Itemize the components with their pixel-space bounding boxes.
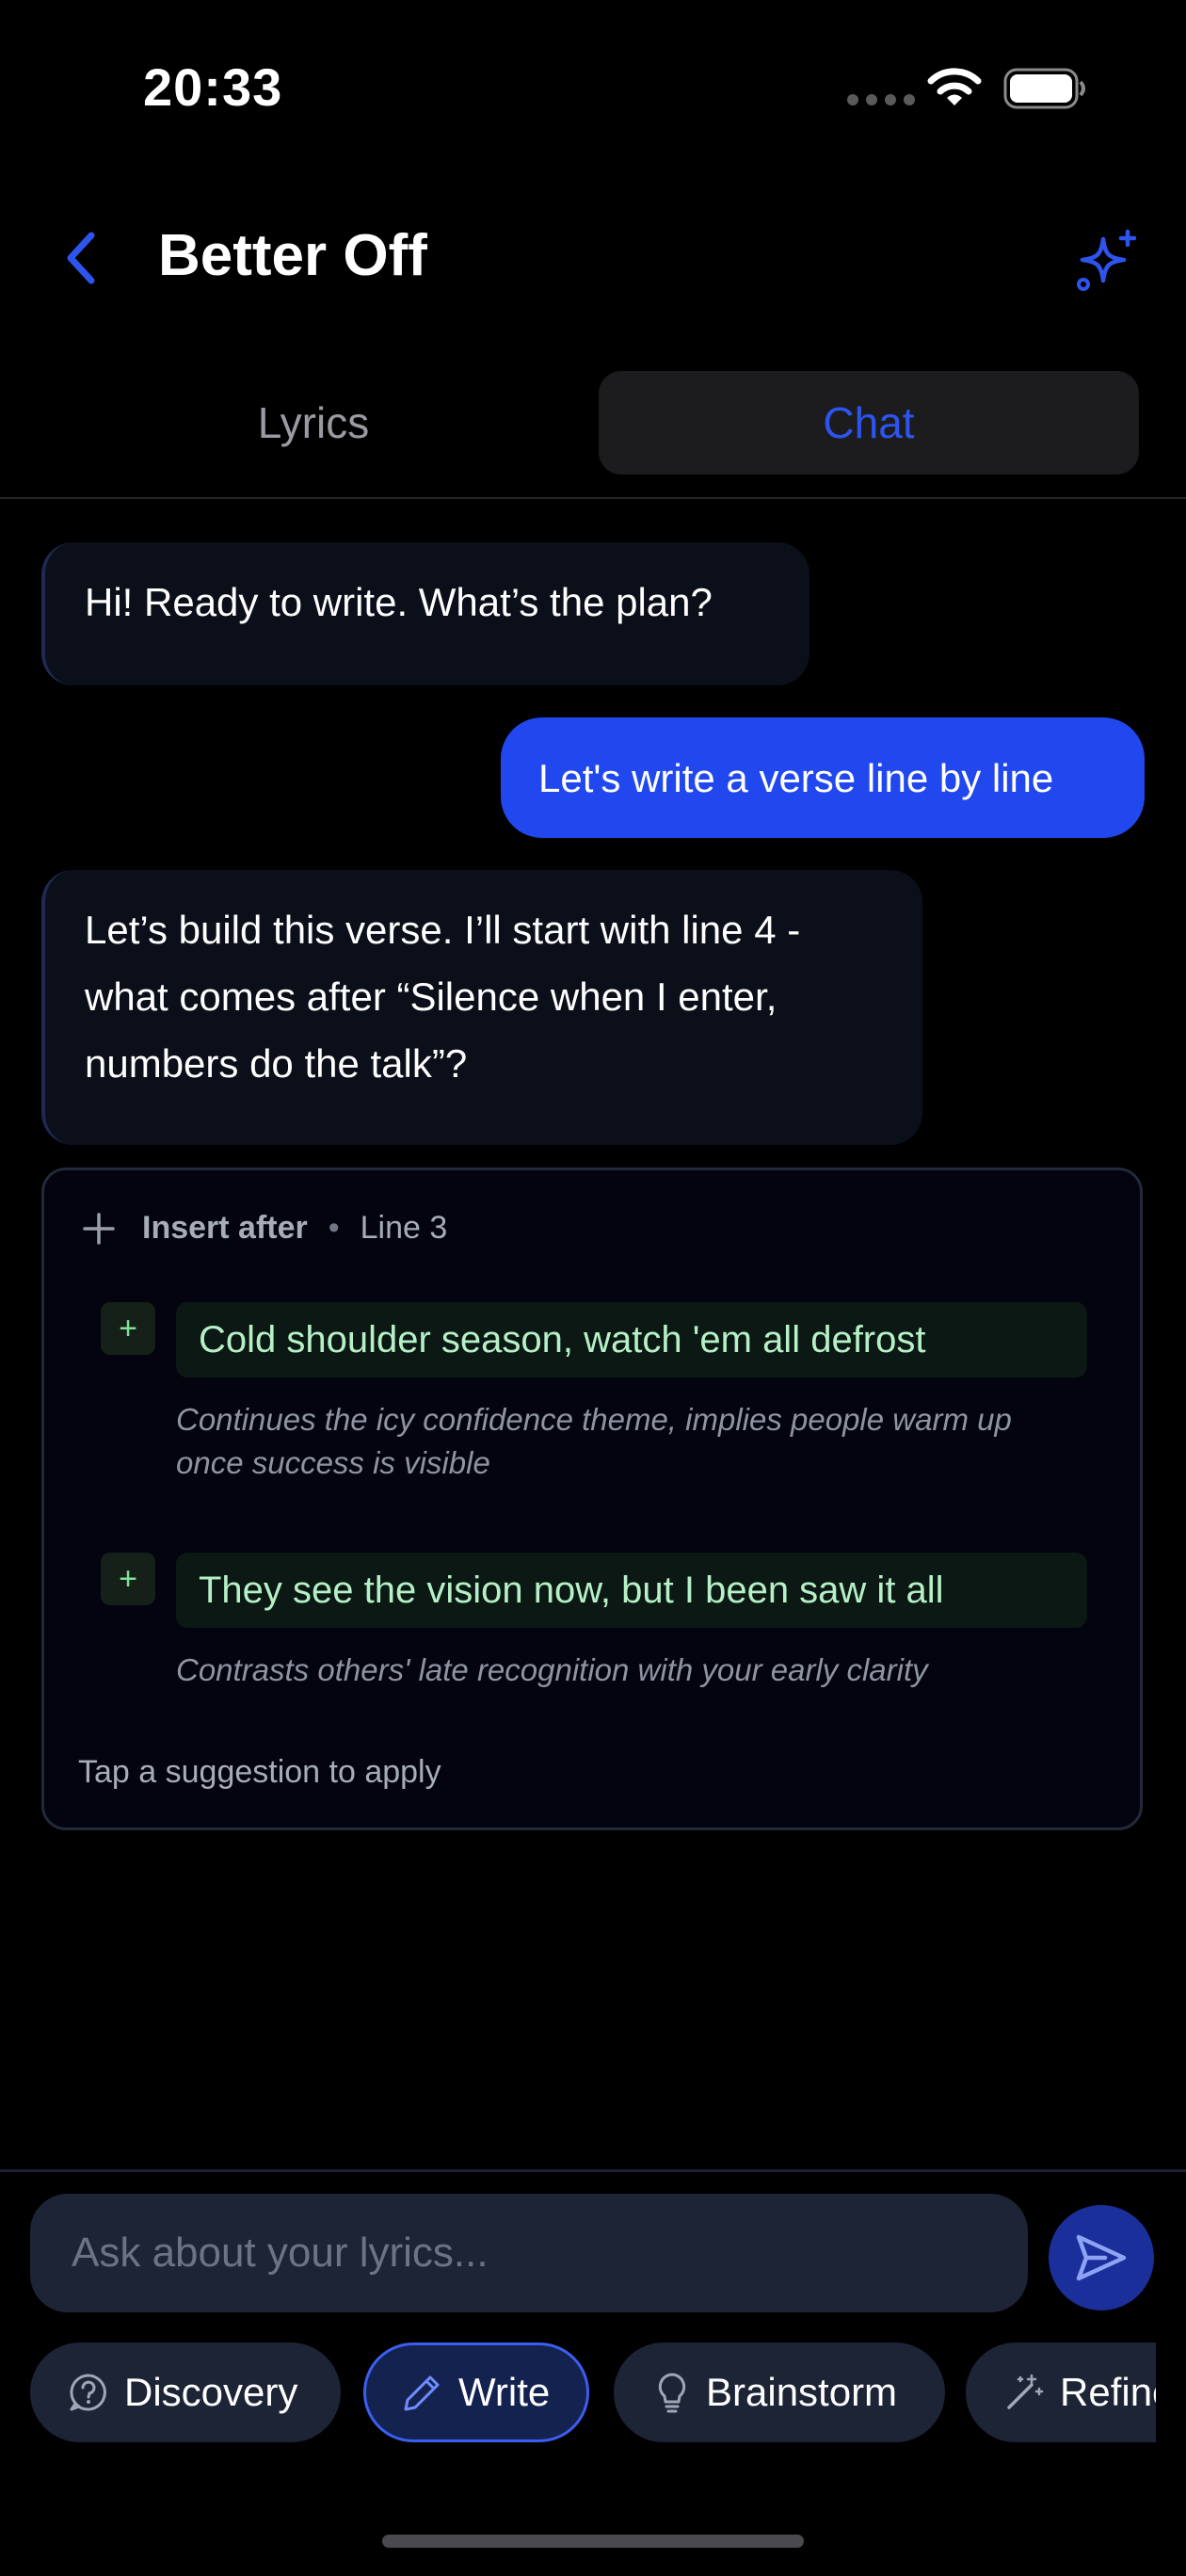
chip-write[interactable]: Write <box>363 2343 589 2442</box>
insert-target-label: Line 3 <box>360 1210 448 1246</box>
mode-chips: Discovery Write Brainstorm Refine <box>30 2343 1156 2442</box>
status-time: 20:33 <box>143 57 283 117</box>
header: Better Off <box>0 188 1186 330</box>
separator-dot: • <box>328 1210 340 1246</box>
suggestion-reason: Continues the icy confidence theme, impl… <box>176 1402 1012 1480</box>
send-button[interactable] <box>1049 2205 1154 2310</box>
chip-label: Write <box>458 2370 551 2414</box>
home-indicator <box>382 2535 804 2548</box>
chip-refine[interactable]: Refine <box>966 2343 1156 2442</box>
plus-icon <box>83 1212 115 1245</box>
divider <box>0 497 1186 499</box>
composer-divider <box>0 2169 1186 2172</box>
segmented-tabs: Lyrics Chat <box>43 371 1139 475</box>
ai-sparkle-button[interactable] <box>1064 218 1148 303</box>
question-bubble-icon <box>70 2374 106 2411</box>
chip-label: Brainstorm <box>706 2370 898 2414</box>
wifi-icon <box>927 68 982 105</box>
send-icon <box>1076 2234 1127 2281</box>
chip-brainstorm[interactable]: Brainstorm <box>614 2343 945 2442</box>
status-bar: 20:33 <box>0 0 1186 169</box>
chip-label: Discovery <box>124 2370 298 2414</box>
pencil-icon <box>404 2375 440 2411</box>
assistant-message: Hi! Ready to write. What’s the plan? <box>41 542 809 685</box>
chevron-left-icon <box>67 232 95 284</box>
add-suggestion-button[interactable]: + <box>101 1553 155 1605</box>
tab-lyrics[interactable]: Lyrics <box>43 371 584 475</box>
suggestions-header: Insert after • Line 3 <box>82 1210 447 1247</box>
suggestions-card: Insert after • Line 3 + Cold shoulder se… <box>41 1167 1143 1830</box>
assistant-message: Let’s build this verse. I’ll start with … <box>41 870 922 1145</box>
back-button[interactable] <box>47 220 113 296</box>
chip-label: Refine <box>1060 2370 1156 2414</box>
suggestion-line[interactable]: They see the vision now, but I been saw … <box>176 1553 1087 1628</box>
suggestions-hint: Tap a suggestion to apply <box>78 1754 441 1790</box>
insert-action-label: Insert after <box>142 1210 308 1246</box>
add-suggestion-button[interactable]: + <box>101 1302 155 1355</box>
cellular-signal-icon <box>847 94 915 105</box>
suggestion-line[interactable]: Cold shoulder season, watch 'em all defr… <box>176 1302 1087 1377</box>
tab-chat[interactable]: Chat <box>599 371 1139 475</box>
battery-icon <box>1003 68 1085 109</box>
page-title: Better Off <box>158 223 427 288</box>
suggestion-reason: Contrasts others' late recognition with … <box>176 1652 928 1687</box>
magic-wand-icon <box>1007 2374 1044 2409</box>
chip-discovery[interactable]: Discovery <box>30 2343 341 2442</box>
chat-input[interactable] <box>30 2194 1028 2312</box>
user-message: Let's write a verse line by line <box>501 717 1145 838</box>
lightbulb-icon <box>658 2373 686 2413</box>
sparkle-icon <box>1077 229 1137 291</box>
